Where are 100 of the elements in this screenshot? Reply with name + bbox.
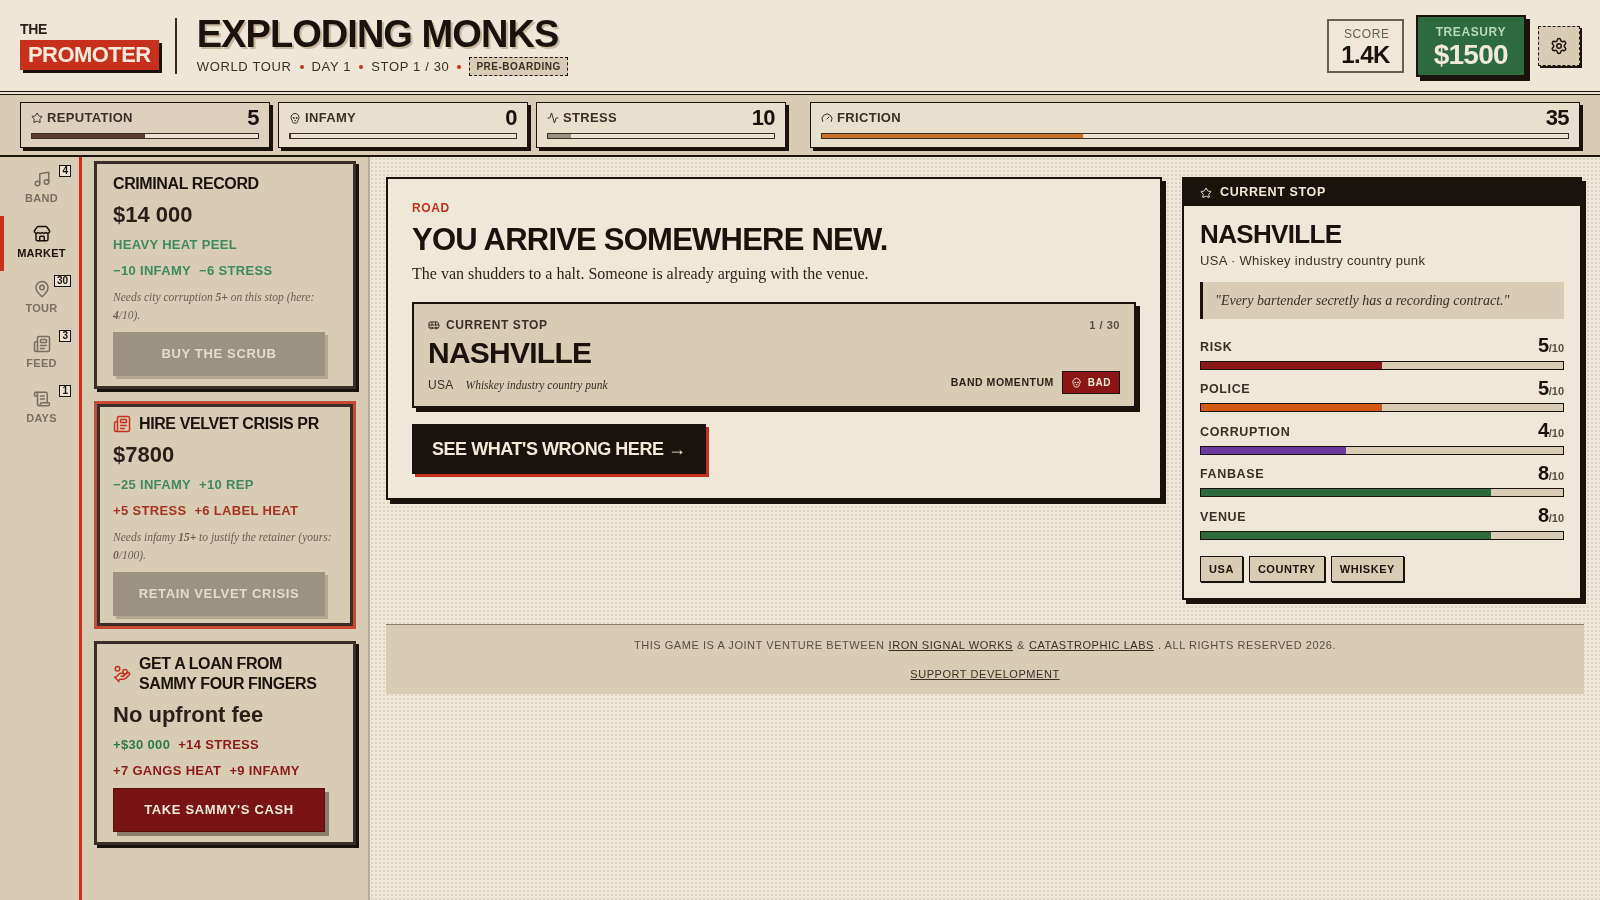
settings-icon (1550, 36, 1568, 55)
newspaper-icon (32, 335, 51, 354)
card-title: HIRE VELVET CRISIS PR (139, 414, 319, 434)
nav-item[interactable]: BAND 4 (0, 161, 79, 216)
stat-value: 35 (1545, 107, 1569, 129)
effect-text: +9 INFAMY (229, 761, 300, 780)
meter-max: /10 (1548, 384, 1564, 399)
stop-counter: 1 / 30 (1089, 317, 1120, 333)
score-label: SCORE (1343, 25, 1390, 43)
band-name: EXPLODING MONKS (196, 14, 560, 53)
count-badge: 3 (59, 330, 71, 342)
phase-badge: PRE-BOARDING (469, 57, 568, 76)
momentum-label: BAND MOMENTUM (950, 374, 1054, 390)
treasury-value: $1500 (1433, 40, 1508, 69)
star-icon (1200, 186, 1212, 199)
card-price: No upfront fee (113, 701, 265, 729)
card-price: $7800 (113, 441, 176, 469)
stat-label: FRICTION (837, 109, 901, 128)
see-problems-button[interactable]: SEE WHAT'S WRONG HERE → (412, 424, 706, 475)
music-note-icon (32, 170, 51, 189)
nav-item[interactable]: FEED 3 (0, 326, 79, 381)
count-badge: 4 (59, 165, 71, 177)
stop-country: USA (428, 377, 454, 394)
panel-subtitle: USA · Whiskey industry country punk (1200, 251, 1427, 270)
stat-value: 5 (247, 107, 259, 129)
tour-meta: STOP 1 / 30 (371, 57, 450, 76)
stat-label: REPUTATION (47, 109, 133, 128)
pulse-icon (547, 112, 559, 124)
effect-text: +6 LABEL HEAT (194, 501, 299, 520)
stop-label: CURRENT STOP (446, 316, 548, 334)
brand-logo: PROMOTER (20, 39, 159, 70)
meter-max: /10 (1548, 512, 1564, 526)
settings-button[interactable] (1538, 25, 1580, 66)
effect-text: −25 INFAMY (113, 476, 192, 494)
panel-title: CURRENT STOP (1220, 184, 1326, 202)
skull-icon (289, 112, 301, 124)
skull-icon (1070, 377, 1082, 389)
event-tag: ROAD (412, 199, 1136, 217)
nav-item[interactable]: DAYS 1 (0, 381, 79, 436)
score-value: 1.4K (1341, 42, 1390, 67)
scroll-icon (32, 390, 51, 409)
effect-text: +7 GANGS HEAT (113, 761, 222, 780)
meter-label: VENUE (1200, 508, 1247, 526)
credit-text: THIS GAME IS A JOINT VENTURE BETWEEN (633, 638, 885, 653)
meter-max: /10 (1548, 469, 1564, 484)
credit-link[interactable]: CATASTROPHIC LABS (1028, 637, 1154, 654)
effect-text: HEAVY HEAT PEEL (113, 236, 238, 254)
stop-city: NASHVILLE (428, 334, 593, 371)
meter-label: POLICE (1200, 381, 1251, 399)
meter-value: 8 (1538, 462, 1549, 483)
meter-label: CORRUPTION (1200, 423, 1291, 441)
meter-value: 5 (1538, 377, 1549, 398)
effect-text: +5 STRESS (113, 501, 187, 520)
support-link[interactable]: SUPPORT DEVELOPMENT (910, 665, 1060, 682)
gauge-icon (821, 112, 833, 124)
momentum-value: BAD (1087, 376, 1111, 391)
bus-icon (428, 318, 440, 331)
newspaper-icon (113, 415, 131, 433)
map-pin-icon (32, 280, 51, 299)
stat-label: STRESS (563, 109, 617, 128)
meter-value: 4 (1538, 420, 1549, 440)
city-tag: WHISKEY (1330, 555, 1404, 582)
card-title: CRIMINAL RECORD (113, 174, 259, 194)
brand-small-title: THE (20, 21, 47, 36)
effect-text: −6 STRESS (199, 261, 273, 280)
event-description: The van shudders to a halt. Someone is already arguing with the venue. (412, 263, 870, 285)
meter-value: 5 (1538, 335, 1549, 355)
city-tag: COUNTRY (1248, 555, 1325, 582)
stat-value: 0 (505, 107, 517, 129)
credit-text: & (1017, 638, 1025, 653)
card-title: GET A LOAN FROM SAMMY FOUR FINGERS (139, 654, 318, 694)
nav-item[interactable]: TOUR 30 (0, 271, 79, 326)
credit-link[interactable]: IRON SIGNAL WORKS (888, 637, 1013, 654)
meter-label: RISK (1200, 338, 1233, 356)
effect-text: +$30 000 (113, 736, 171, 754)
star-icon (31, 112, 43, 124)
tour-meta: DAY 1 (311, 57, 352, 76)
meter-max: /10 (1548, 427, 1564, 441)
card-price: $14 000 (113, 201, 194, 229)
tour-meta: WORLD TOUR (196, 57, 292, 76)
credit-text: . ALL RIGHTS RESERVED 2026. (1158, 638, 1337, 653)
stop-description: Whiskey industry country punk (465, 378, 608, 394)
stat-value: 10 (751, 107, 775, 129)
city-tag: USA (1200, 555, 1243, 582)
effect-text: +10 REP (199, 476, 254, 494)
city-quote: "Every bartender secretly has a recording contract." (1200, 282, 1564, 319)
meter-label: FANBASE (1200, 466, 1265, 484)
count-badge: 1 (59, 385, 71, 397)
stat-label: INFAMY (305, 109, 357, 128)
event-heading: YOU ARRIVE SOMEWHERE NEW. (412, 221, 889, 259)
requirement-note: Needs infamy 15+ to justify the retainer (yours: 0/100). (113, 530, 333, 564)
panel-city: NASHVILLE (1200, 218, 1343, 251)
effect-text: +14 STRESS (178, 736, 260, 754)
requirement-note: Needs city corruption 5+ on this stop (here: 4/10). (113, 290, 316, 324)
hand-coins-icon (113, 665, 131, 683)
effect-text: −10 INFAMY (113, 261, 192, 280)
count-badge: 30 (53, 275, 71, 287)
meter-max: /10 (1548, 342, 1564, 356)
meter-value: 8 (1538, 505, 1549, 525)
store-icon (32, 225, 51, 244)
